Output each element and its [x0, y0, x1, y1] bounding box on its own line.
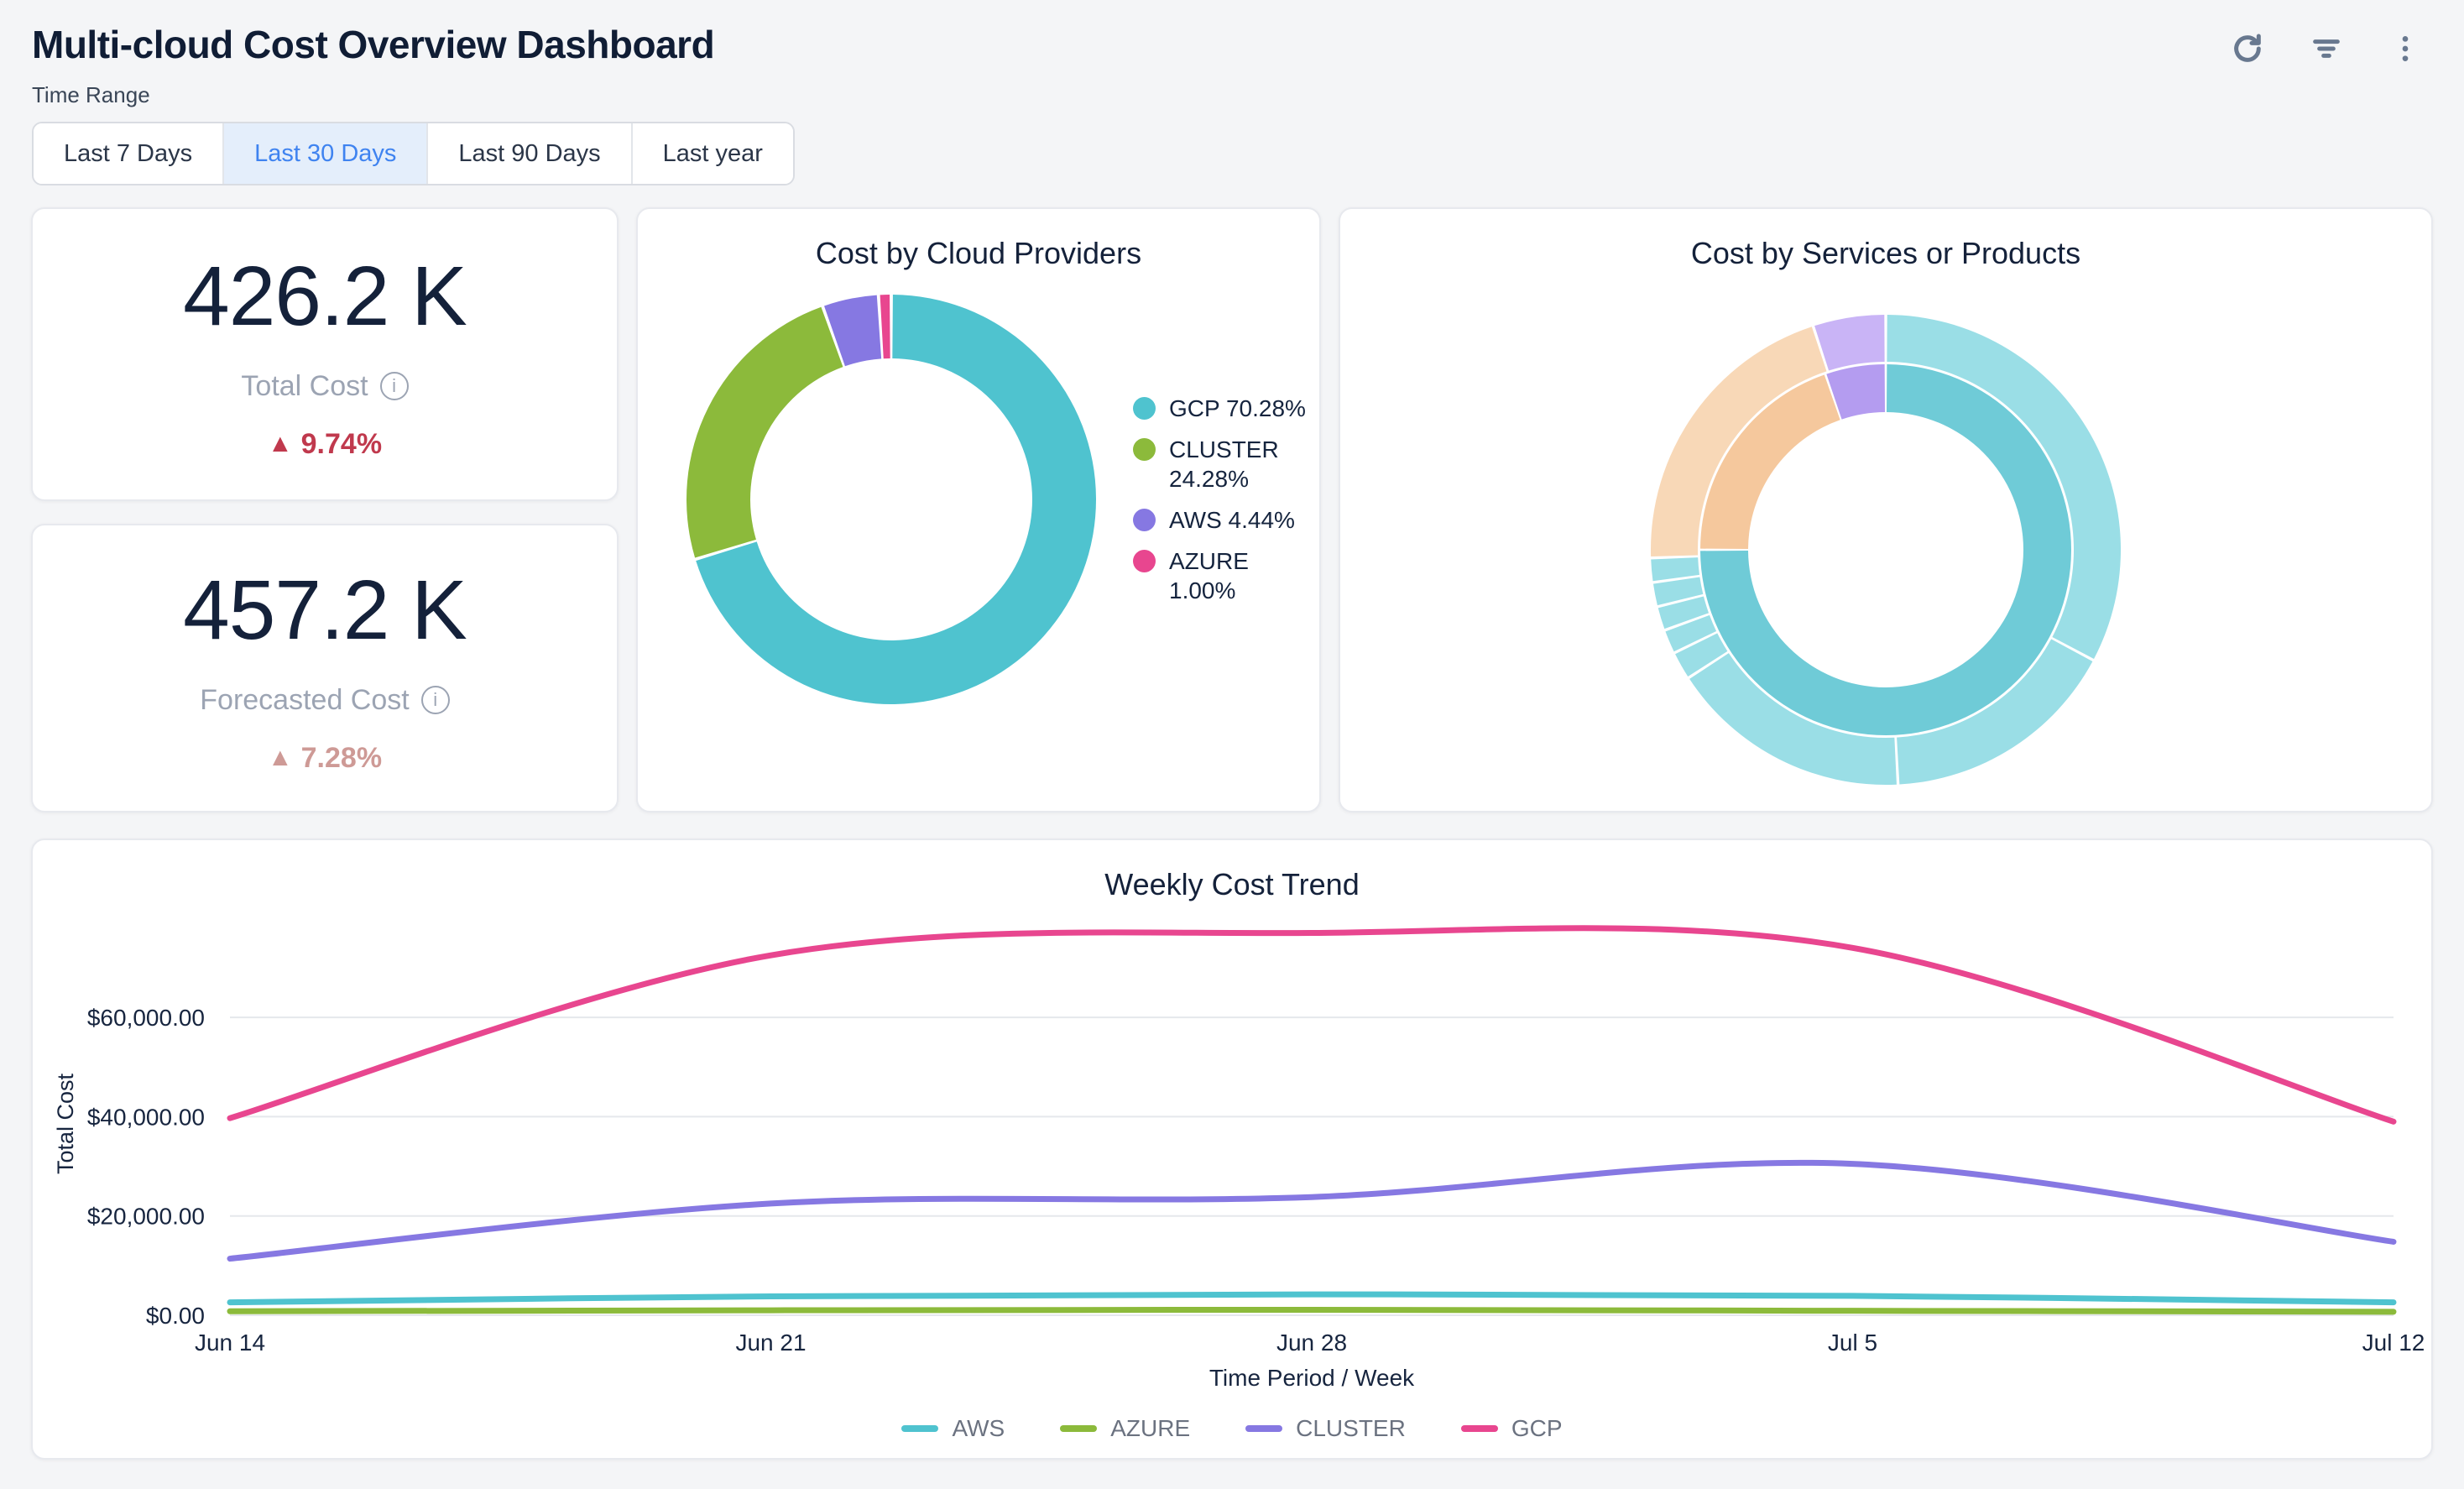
donut-segment-azure[interactable]: [880, 295, 890, 358]
legend-dot: [1133, 509, 1156, 531]
legend-line-swatch: [1461, 1425, 1498, 1432]
trend-chart-title: Weekly Cost Trend: [33, 840, 2431, 902]
trend-line-aws[interactable]: [230, 1294, 2394, 1302]
weekly-cost-trend-card: Weekly Cost Trend $0.00 $20,000.00 $40,000…: [31, 839, 2433, 1460]
legend-label: AZURE 1.00%: [1169, 546, 1309, 605]
trend-legend-item-gcp[interactable]: GCP: [1461, 1413, 1563, 1443]
cloud-providers-donut-chart: [681, 290, 1101, 709]
sunburst-chart-title: Cost by Services or Products: [1340, 209, 2431, 271]
legend-label: AWS: [952, 1413, 1005, 1443]
legend-label: CLUSTER: [1296, 1413, 1406, 1443]
filter-icon: [2310, 32, 2343, 65]
forecasted-cost-value: 457.2 K: [183, 562, 467, 659]
info-icon[interactable]: i: [421, 686, 450, 714]
legend-label: AZURE: [1110, 1413, 1190, 1443]
y-axis-title: Total Cost: [53, 1073, 78, 1174]
donut-chart-title: Cost by Cloud Providers: [638, 209, 1319, 271]
donut-legend-item-cluster[interactable]: CLUSTER 24.28%: [1133, 435, 1309, 494]
cost-by-services-card: Cost by Services or Products: [1339, 207, 2433, 812]
trend-line-gcp[interactable]: [230, 928, 2394, 1122]
legend-line-swatch: [901, 1425, 938, 1432]
legend-label: AWS 4.44%: [1169, 505, 1295, 535]
time-range-section: Time Range Last 7 Days Last 30 Days Last…: [32, 82, 2432, 185]
refresh-button[interactable]: [2229, 30, 2266, 67]
sunburst-outer-segment-7[interactable]: [1651, 557, 1699, 581]
trend-up-icon: ▲: [268, 430, 293, 458]
donut-legend: GCP 70.28% CLUSTER 24.28% AWS 4.44% AZURE 1…: [1133, 394, 1309, 605]
time-range-last-90-days[interactable]: Last 90 Days: [428, 123, 632, 184]
legend-dot: [1133, 550, 1156, 572]
y-tick-label: $20,000.00: [87, 1204, 205, 1230]
legend-line-swatch: [1060, 1425, 1097, 1432]
time-range-last-30-days[interactable]: Last 30 Days: [224, 123, 428, 184]
donut-legend-item-gcp[interactable]: GCP 70.28%: [1133, 394, 1309, 423]
total-cost-card: 426.2 K Total Cost i ▲ 9.74%: [31, 207, 619, 501]
header-actions: [2229, 30, 2424, 67]
page-title: Multi-cloud Cost Overview Dashboard: [32, 22, 714, 67]
donut-segment-cluster[interactable]: [686, 307, 843, 558]
sunburst-outer-segment-0[interactable]: [1887, 315, 2121, 659]
trend-line-azure[interactable]: [230, 1309, 2394, 1311]
filter-button[interactable]: [2308, 30, 2345, 67]
trend-legend-item-azure[interactable]: AZURE: [1060, 1413, 1190, 1443]
trend-up-icon: ▲: [268, 744, 293, 772]
donut-legend-item-azure[interactable]: AZURE 1.00%: [1133, 546, 1309, 605]
total-cost-value: 426.2 K: [183, 248, 467, 345]
legend-label: GCP: [1511, 1413, 1563, 1443]
more-options-button[interactable]: [2387, 30, 2424, 67]
x-tick-label: Jul 12: [2362, 1330, 2425, 1356]
legend-line-swatch: [1245, 1425, 1282, 1432]
trend-legend-item-aws[interactable]: AWS: [901, 1413, 1005, 1443]
y-tick-label: $40,000.00: [87, 1104, 205, 1130]
time-range-last-year[interactable]: Last year: [633, 123, 793, 184]
legend-label: CLUSTER 24.28%: [1169, 435, 1309, 494]
refresh-icon: [2231, 32, 2264, 65]
x-tick-label: Jul 5: [1828, 1330, 1877, 1356]
services-sunburst-chart: [1642, 306, 2129, 793]
donut-legend-item-aws[interactable]: AWS 4.44%: [1133, 505, 1309, 535]
total-cost-delta: ▲ 9.74%: [268, 428, 382, 461]
y-tick-label: $0.00: [146, 1303, 205, 1329]
weekly-cost-trend-chart: $0.00 $20,000.00 $40,000.00 $60,000.00 Total…: [33, 906, 2435, 1359]
trend-line-cluster[interactable]: [230, 1162, 2394, 1258]
time-range-label: Time Range: [32, 82, 2432, 108]
time-range-button-group: Last 7 Days Last 30 Days Last 90 Days La…: [32, 122, 795, 185]
info-icon[interactable]: i: [380, 372, 409, 400]
legend-dot: [1133, 397, 1156, 420]
x-axis-title: Time Period / Week: [230, 1365, 2394, 1392]
x-tick-label: Jun 14: [195, 1330, 265, 1356]
trend-legend-item-cluster[interactable]: CLUSTER: [1245, 1413, 1406, 1443]
forecasted-cost-card: 457.2 K Forecasted Cost i ▲ 7.28%: [31, 524, 619, 812]
x-tick-label: Jun 21: [735, 1330, 806, 1356]
kpi-column: 426.2 K Total Cost i ▲ 9.74% 457.2 K For…: [31, 207, 619, 812]
x-tick-label: Jun 28: [1276, 1330, 1347, 1356]
forecasted-cost-label: Forecasted Cost i: [200, 684, 449, 717]
legend-label: GCP 70.28%: [1169, 394, 1306, 423]
sunburst-outer-segment-9[interactable]: [1814, 315, 1885, 371]
cost-by-cloud-providers-card: Cost by Cloud Providers GCP 70.28% CLUSTE…: [636, 207, 1321, 812]
trend-chart-legend: AWS AZURE CLUSTER GCP: [33, 1413, 2431, 1443]
kebab-menu-icon: [2388, 32, 2422, 65]
y-tick-label: $60,000.00: [87, 1005, 205, 1031]
time-range-last-7-days[interactable]: Last 7 Days: [34, 123, 224, 184]
legend-dot: [1133, 438, 1156, 461]
forecasted-cost-delta: ▲ 7.28%: [268, 742, 382, 775]
total-cost-label: Total Cost i: [241, 370, 408, 403]
page-header: Multi-cloud Cost Overview Dashboard: [0, 0, 2464, 71]
